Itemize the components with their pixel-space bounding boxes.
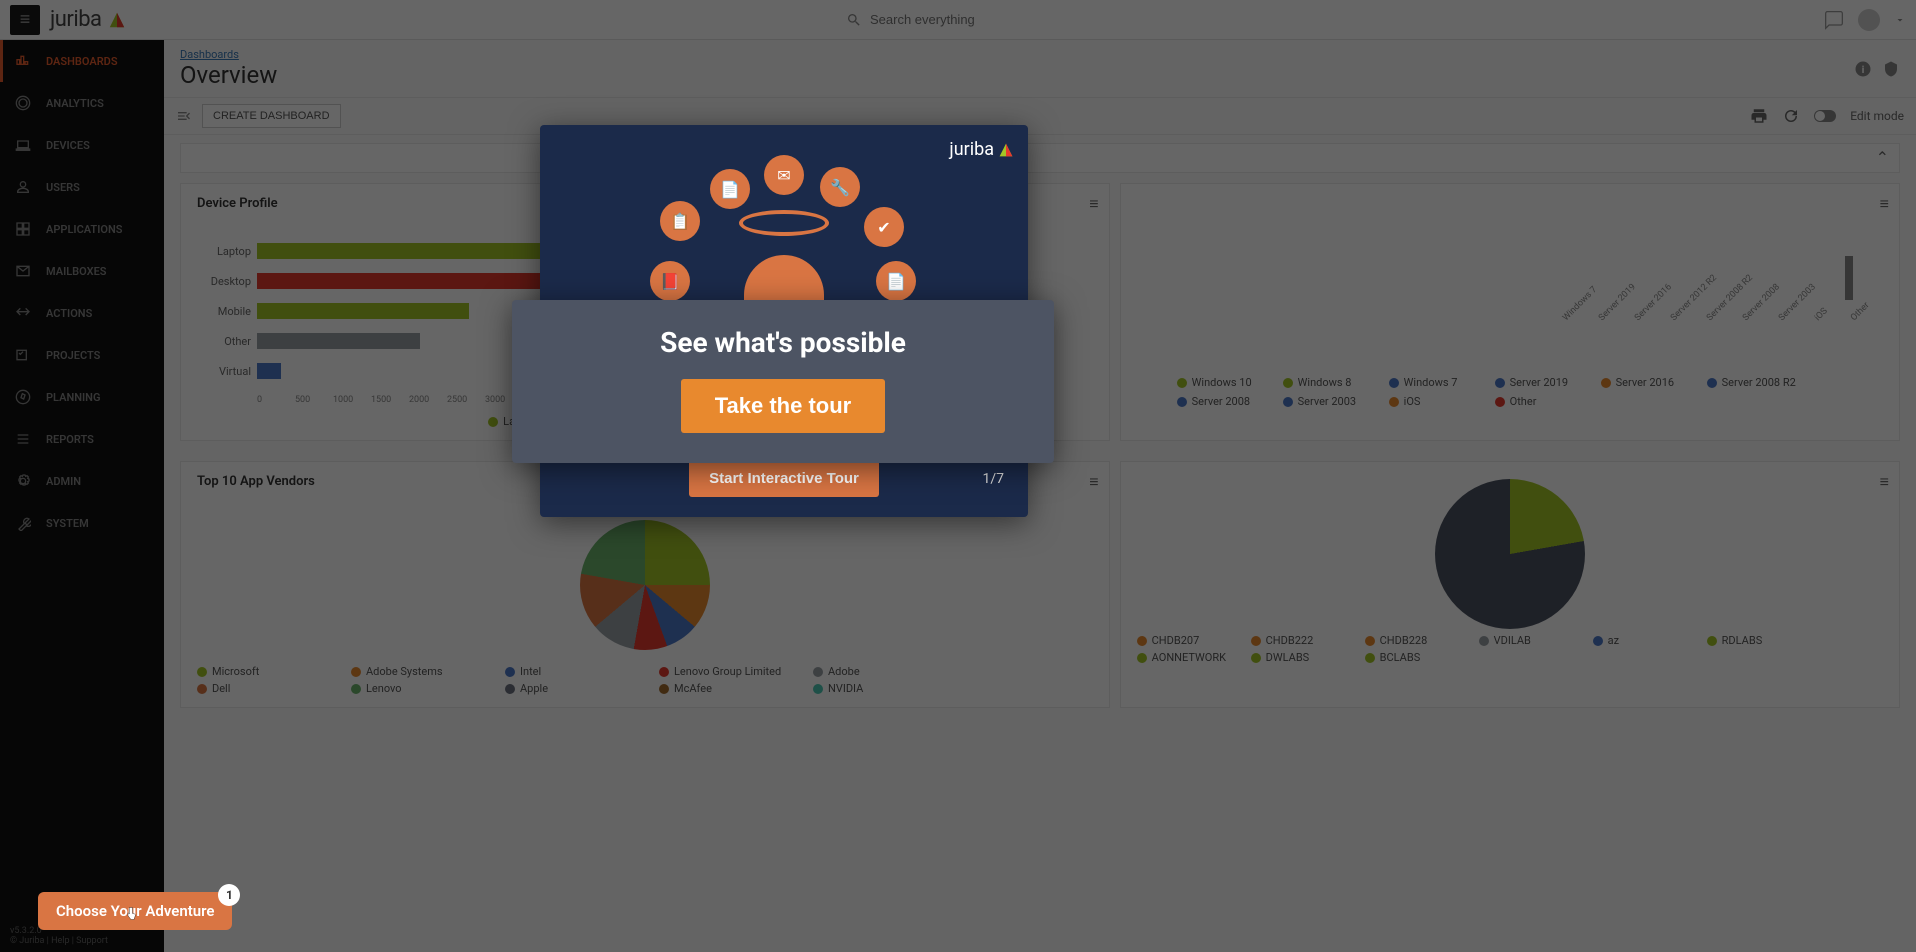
cursor-pointer-icon xyxy=(122,904,140,930)
logo-triangle-icon xyxy=(998,142,1014,158)
envelope-icon: ✉ xyxy=(764,155,804,195)
check-circle-icon: ✔ xyxy=(864,207,904,247)
tour-logo-text: juriba xyxy=(949,139,994,160)
tour-illustration: juriba 📋 📄 ✉ 🔧 ✔ 📕 📄 xyxy=(540,125,1028,325)
popover-heading: See what's possible xyxy=(532,326,1034,359)
tour-popover: See what's possible Take the tour xyxy=(512,300,1054,463)
pdf-icon: 📕 xyxy=(650,261,690,301)
tour-actions: Start Interactive Tour 1/7 xyxy=(540,460,1028,497)
wrench-icon: 🔧 xyxy=(820,167,860,207)
halo-icon xyxy=(739,210,829,236)
tour-step-counter: 1/7 xyxy=(982,471,1004,487)
file-icon: 📄 xyxy=(876,261,916,301)
clipboard-icon: 📋 xyxy=(660,201,700,241)
tour-logo: juriba xyxy=(949,139,1014,160)
take-tour-button[interactable]: Take the tour xyxy=(681,379,886,433)
document-icon: 📄 xyxy=(710,169,750,209)
start-tour-button[interactable]: Start Interactive Tour xyxy=(689,460,879,497)
